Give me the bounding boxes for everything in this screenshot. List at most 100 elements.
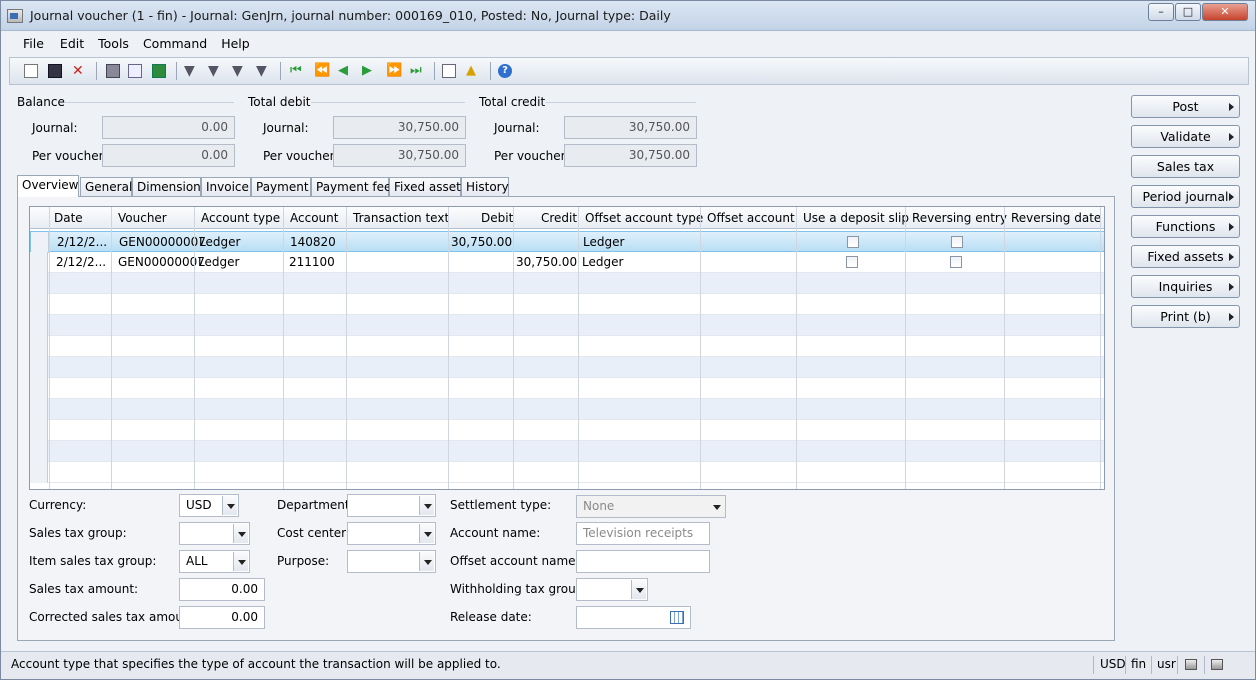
tab-overview[interactable]: Overview	[17, 175, 79, 197]
maximize-button[interactable]: □	[1175, 3, 1201, 21]
status-company[interactable]: fin	[1131, 657, 1146, 671]
col-debit[interactable]: Debit	[481, 211, 513, 225]
reversing-entry-checkbox[interactable]	[950, 256, 962, 268]
next-page-icon[interactable]: ⏩	[386, 64, 402, 78]
menu-help[interactable]: Help	[215, 33, 258, 55]
export-excel-icon[interactable]	[152, 64, 166, 78]
menu-command[interactable]: Command	[137, 33, 215, 55]
status-currency[interactable]: USD	[1100, 657, 1126, 671]
withholding-tax-group-select[interactable]	[576, 578, 648, 601]
currency-select[interactable]: USD	[179, 494, 239, 517]
first-record-icon[interactable]: ⏮	[290, 64, 304, 78]
row-selector	[30, 441, 48, 462]
deposit-slip-checkbox[interactable]	[846, 256, 858, 268]
status-layer[interactable]: usr	[1157, 657, 1176, 671]
reversing-entry-checkbox[interactable]	[951, 236, 963, 248]
chevron-down-icon[interactable]	[233, 524, 248, 543]
col-reversing-date[interactable]: Reversing date	[1011, 211, 1101, 225]
delete-icon[interactable]: ✕	[72, 64, 86, 78]
tab-fixed-assets[interactable]: Fixed assets	[389, 177, 467, 197]
tab-dimension[interactable]: Dimension	[132, 177, 201, 197]
row-selector[interactable]	[30, 252, 48, 273]
advanced-filter-icon[interactable]: ▼	[232, 64, 246, 78]
status-separator	[1204, 656, 1205, 674]
tab-invoice[interactable]: Invoice	[201, 177, 251, 197]
col-account[interactable]: Account	[290, 211, 338, 225]
col-credit[interactable]: Credit	[541, 211, 577, 225]
purpose-select[interactable]	[347, 550, 436, 573]
menu-edit[interactable]: Edit	[52, 33, 92, 55]
cost-center-select[interactable]	[347, 522, 436, 545]
calendar-icon[interactable]	[670, 611, 684, 624]
functions-button[interactable]: Functions	[1131, 215, 1240, 238]
col-use-deposit-slip[interactable]: Use a deposit slip	[803, 211, 909, 225]
corrected-sales-tax-amount-field[interactable]: 0.00	[179, 606, 265, 629]
tab-general[interactable]: General	[80, 177, 132, 197]
print-preview-icon[interactable]	[128, 64, 142, 78]
empty-row	[30, 441, 1104, 462]
row-selector[interactable]	[31, 232, 49, 253]
post-button[interactable]: Post	[1131, 95, 1240, 118]
period-journal-button[interactable]: Period journal	[1131, 185, 1240, 208]
chevron-down-icon[interactable]	[631, 580, 646, 599]
deposit-slip-checkbox[interactable]	[847, 236, 859, 248]
close-button[interactable]: ✕	[1202, 3, 1248, 21]
filter-by-grid-icon[interactable]: ▼	[208, 64, 222, 78]
table-row[interactable]: 2/12/2... GEN00000007 Ledger 211100 30,7…	[30, 252, 1104, 273]
table-row[interactable]: 2/12/2... GEN00000007 Ledger 140820 30,7…	[30, 231, 1104, 253]
chevron-down-icon[interactable]	[709, 497, 724, 516]
next-record-icon[interactable]: ▶	[362, 64, 376, 78]
filter-by-selection-icon[interactable]: ▼	[184, 64, 198, 78]
new-icon[interactable]	[24, 64, 38, 78]
last-record-icon[interactable]: ⏭	[410, 64, 424, 78]
tab-payment[interactable]: Payment	[251, 177, 311, 197]
menu-tools[interactable]: Tools	[92, 33, 137, 55]
empty-row	[30, 378, 1104, 399]
col-reversing-entry[interactable]: Reversing entry	[912, 211, 1007, 225]
validate-button[interactable]: Validate	[1131, 125, 1240, 148]
col-offset-account[interactable]: Offset account	[707, 211, 795, 225]
session-icon[interactable]	[1211, 659, 1223, 670]
previous-page-icon[interactable]: ⏪	[314, 64, 330, 78]
offset-account-name-field[interactable]	[576, 550, 710, 573]
database-icon[interactable]	[1185, 659, 1197, 670]
divider	[64, 102, 234, 103]
total-credit-group-label: Total credit	[479, 95, 546, 109]
chevron-down-icon[interactable]	[222, 496, 237, 515]
help-icon[interactable]: ?	[498, 64, 512, 78]
sales-tax-group-select[interactable]	[179, 522, 250, 545]
inquiries-button[interactable]: Inquiries	[1131, 275, 1240, 298]
alert-bell-icon[interactable]: ▲	[466, 64, 480, 78]
tab-history[interactable]: History	[461, 177, 509, 197]
col-date[interactable]: Date	[54, 211, 83, 225]
account-name-field[interactable]: Television receipts	[576, 522, 710, 545]
menu-file[interactable]: File	[7, 33, 52, 55]
chevron-down-icon[interactable]	[419, 496, 434, 515]
remove-filter-icon[interactable]: ▼	[256, 64, 270, 78]
fixed-assets-button[interactable]: Fixed assets	[1131, 245, 1240, 268]
save-icon[interactable]	[48, 64, 62, 78]
journal-voucher-window: Journal voucher (1 - fin) - Journal: Gen…	[0, 0, 1256, 680]
sales-tax-amount-field[interactable]: 0.00	[179, 578, 265, 601]
col-transaction-text[interactable]: Transaction text	[353, 211, 449, 225]
chevron-down-icon[interactable]	[233, 552, 248, 571]
grid-line	[49, 207, 50, 489]
sales-tax-button[interactable]: Sales tax	[1131, 155, 1240, 178]
print-button[interactable]: Print (b)	[1131, 305, 1240, 328]
print-icon[interactable]	[106, 64, 120, 78]
journal-lines-grid[interactable]: Date Voucher Account type Account Transa…	[29, 206, 1105, 490]
release-date-field[interactable]	[576, 606, 691, 629]
tab-payment-fee[interactable]: Payment fee	[311, 177, 391, 197]
previous-record-icon[interactable]: ◀	[338, 64, 352, 78]
col-account-type[interactable]: Account type	[201, 211, 280, 225]
col-offset-account-type[interactable]: Offset account type	[585, 211, 703, 225]
department-select[interactable]	[347, 494, 436, 517]
chevron-down-icon[interactable]	[419, 552, 434, 571]
minimize-button[interactable]: –	[1148, 3, 1174, 21]
chevron-down-icon[interactable]	[419, 524, 434, 543]
settlement-type-select[interactable]: None	[576, 495, 726, 518]
empty-row	[30, 420, 1104, 441]
item-sales-tax-group-select[interactable]: ALL	[179, 550, 250, 573]
document-handling-icon[interactable]	[442, 64, 456, 78]
col-voucher[interactable]: Voucher	[118, 211, 167, 225]
